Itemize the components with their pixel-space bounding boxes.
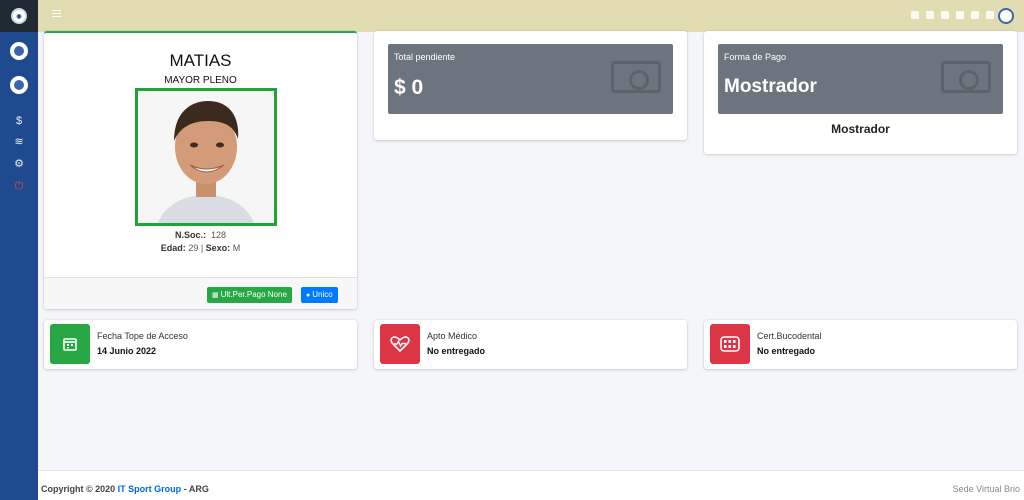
money-bill-icon [611,61,661,93]
cogs-icon[interactable]: ⚙ [0,158,38,170]
medical-certificate-label: Apto Médico [427,331,478,341]
footer-brand-link[interactable]: IT Sport Group [118,484,182,494]
footer-copyright: Copyright © 2020 IT Sport Group - ARG [41,484,209,494]
top-nav-icons [911,11,994,19]
dental-certificate-box: Cert.Bucodental No entregado [704,320,1017,369]
heartbeat-icon [380,324,420,364]
menu-toggle-icon[interactable] [52,10,61,19]
club-avatar[interactable] [10,76,28,94]
sidebar: ◉ $ ≋ ⚙ ⏻ [0,0,38,500]
sex-label: Sexo: [205,243,231,253]
payment-method-label: Forma de Pago [724,52,787,62]
total-pending-card: Total pendiente $ 0 [374,31,687,140]
user-icon[interactable] [926,11,934,19]
medical-certificate-value: No entregado [427,346,486,356]
top-navbar [38,0,1024,32]
age-label: Edad: [160,243,186,253]
club-logo-icon: ◉ [11,8,27,24]
total-pending-box: Total pendiente $ 0 [388,44,673,114]
member-category: MAYOR PLENO [164,75,237,86]
total-pending-label: Total pendiente [394,52,456,62]
layers-icon[interactable]: ≋ [0,136,38,148]
plan-label: Unico [312,290,333,299]
member-number: 128 [211,230,227,240]
whatsapp-icon[interactable] [971,11,979,19]
dental-certificate-value: No entregado [757,346,816,356]
member-age: 29 [188,243,199,253]
document-icon[interactable] [941,11,949,19]
plan-button[interactable]: ● Unico [301,287,338,303]
home-icon[interactable] [911,11,919,19]
chat-icon[interactable] [986,11,994,19]
payment-method-card: Forma de Pago Mostrador Mostrador [704,31,1017,154]
payment-method-value: Mostrador [724,76,817,97]
footer-suffix: - ARG [183,484,209,494]
teeth-icon [710,324,750,364]
medical-certificate-box: Apto Médico No entregado [374,320,687,369]
member-number-label: N.Soc.: [174,230,206,240]
access-deadline-box: Fecha Tope de Acceso 14 Junio 2022 [44,320,357,369]
last-payment-label: Ult.Per.Pago None [220,290,287,299]
money-bill-icon [941,61,991,93]
payment-method-subtitle: Mostrador [831,122,890,136]
access-deadline-label: Fecha Tope de Acceso [97,331,188,341]
access-deadline-value: 14 Junio 2022 [97,346,157,356]
page-footer: Copyright © 2020 IT Sport Group - ARG Se… [38,470,1024,500]
total-pending-value: $ 0 [394,76,424,99]
member-profile-card: MATIAS MAYOR PLENO N.Soc.: 128 Edad: 29 … [44,31,357,309]
member-photo [135,88,277,226]
user-icon: ● [306,292,311,299]
user-avatar[interactable] [10,42,28,60]
member-age-sex-line: Edad: 29 | Sexo: M [160,243,241,253]
dollar-icon[interactable]: $ [0,115,38,127]
club-shield-icon[interactable] [998,8,1014,24]
member-number-line: N.Soc.: 128 [44,230,357,240]
brand-logo[interactable]: ◉ [0,0,38,32]
member-sex: M [232,243,241,253]
payment-method-box: Forma de Pago Mostrador [718,44,1003,114]
dental-certificate-label: Cert.Bucodental [757,331,822,341]
power-icon[interactable]: ⏻ [0,180,38,192]
calendar-check-icon: ▦ [212,292,219,299]
member-name: MATIAS [169,51,232,70]
last-payment-button[interactable]: ▦ Ult.Per.Pago None [207,287,292,303]
calendar-icon [50,324,90,364]
profile-card-footer: ▦ Ult.Per.Pago None ● Unico [44,277,357,309]
file-icon[interactable] [956,11,964,19]
footer-site-name: Sede Virtual Brio [952,484,1020,494]
copyright-text: Copyright © 2020 [41,484,116,494]
member-photo-portrait [138,91,274,223]
